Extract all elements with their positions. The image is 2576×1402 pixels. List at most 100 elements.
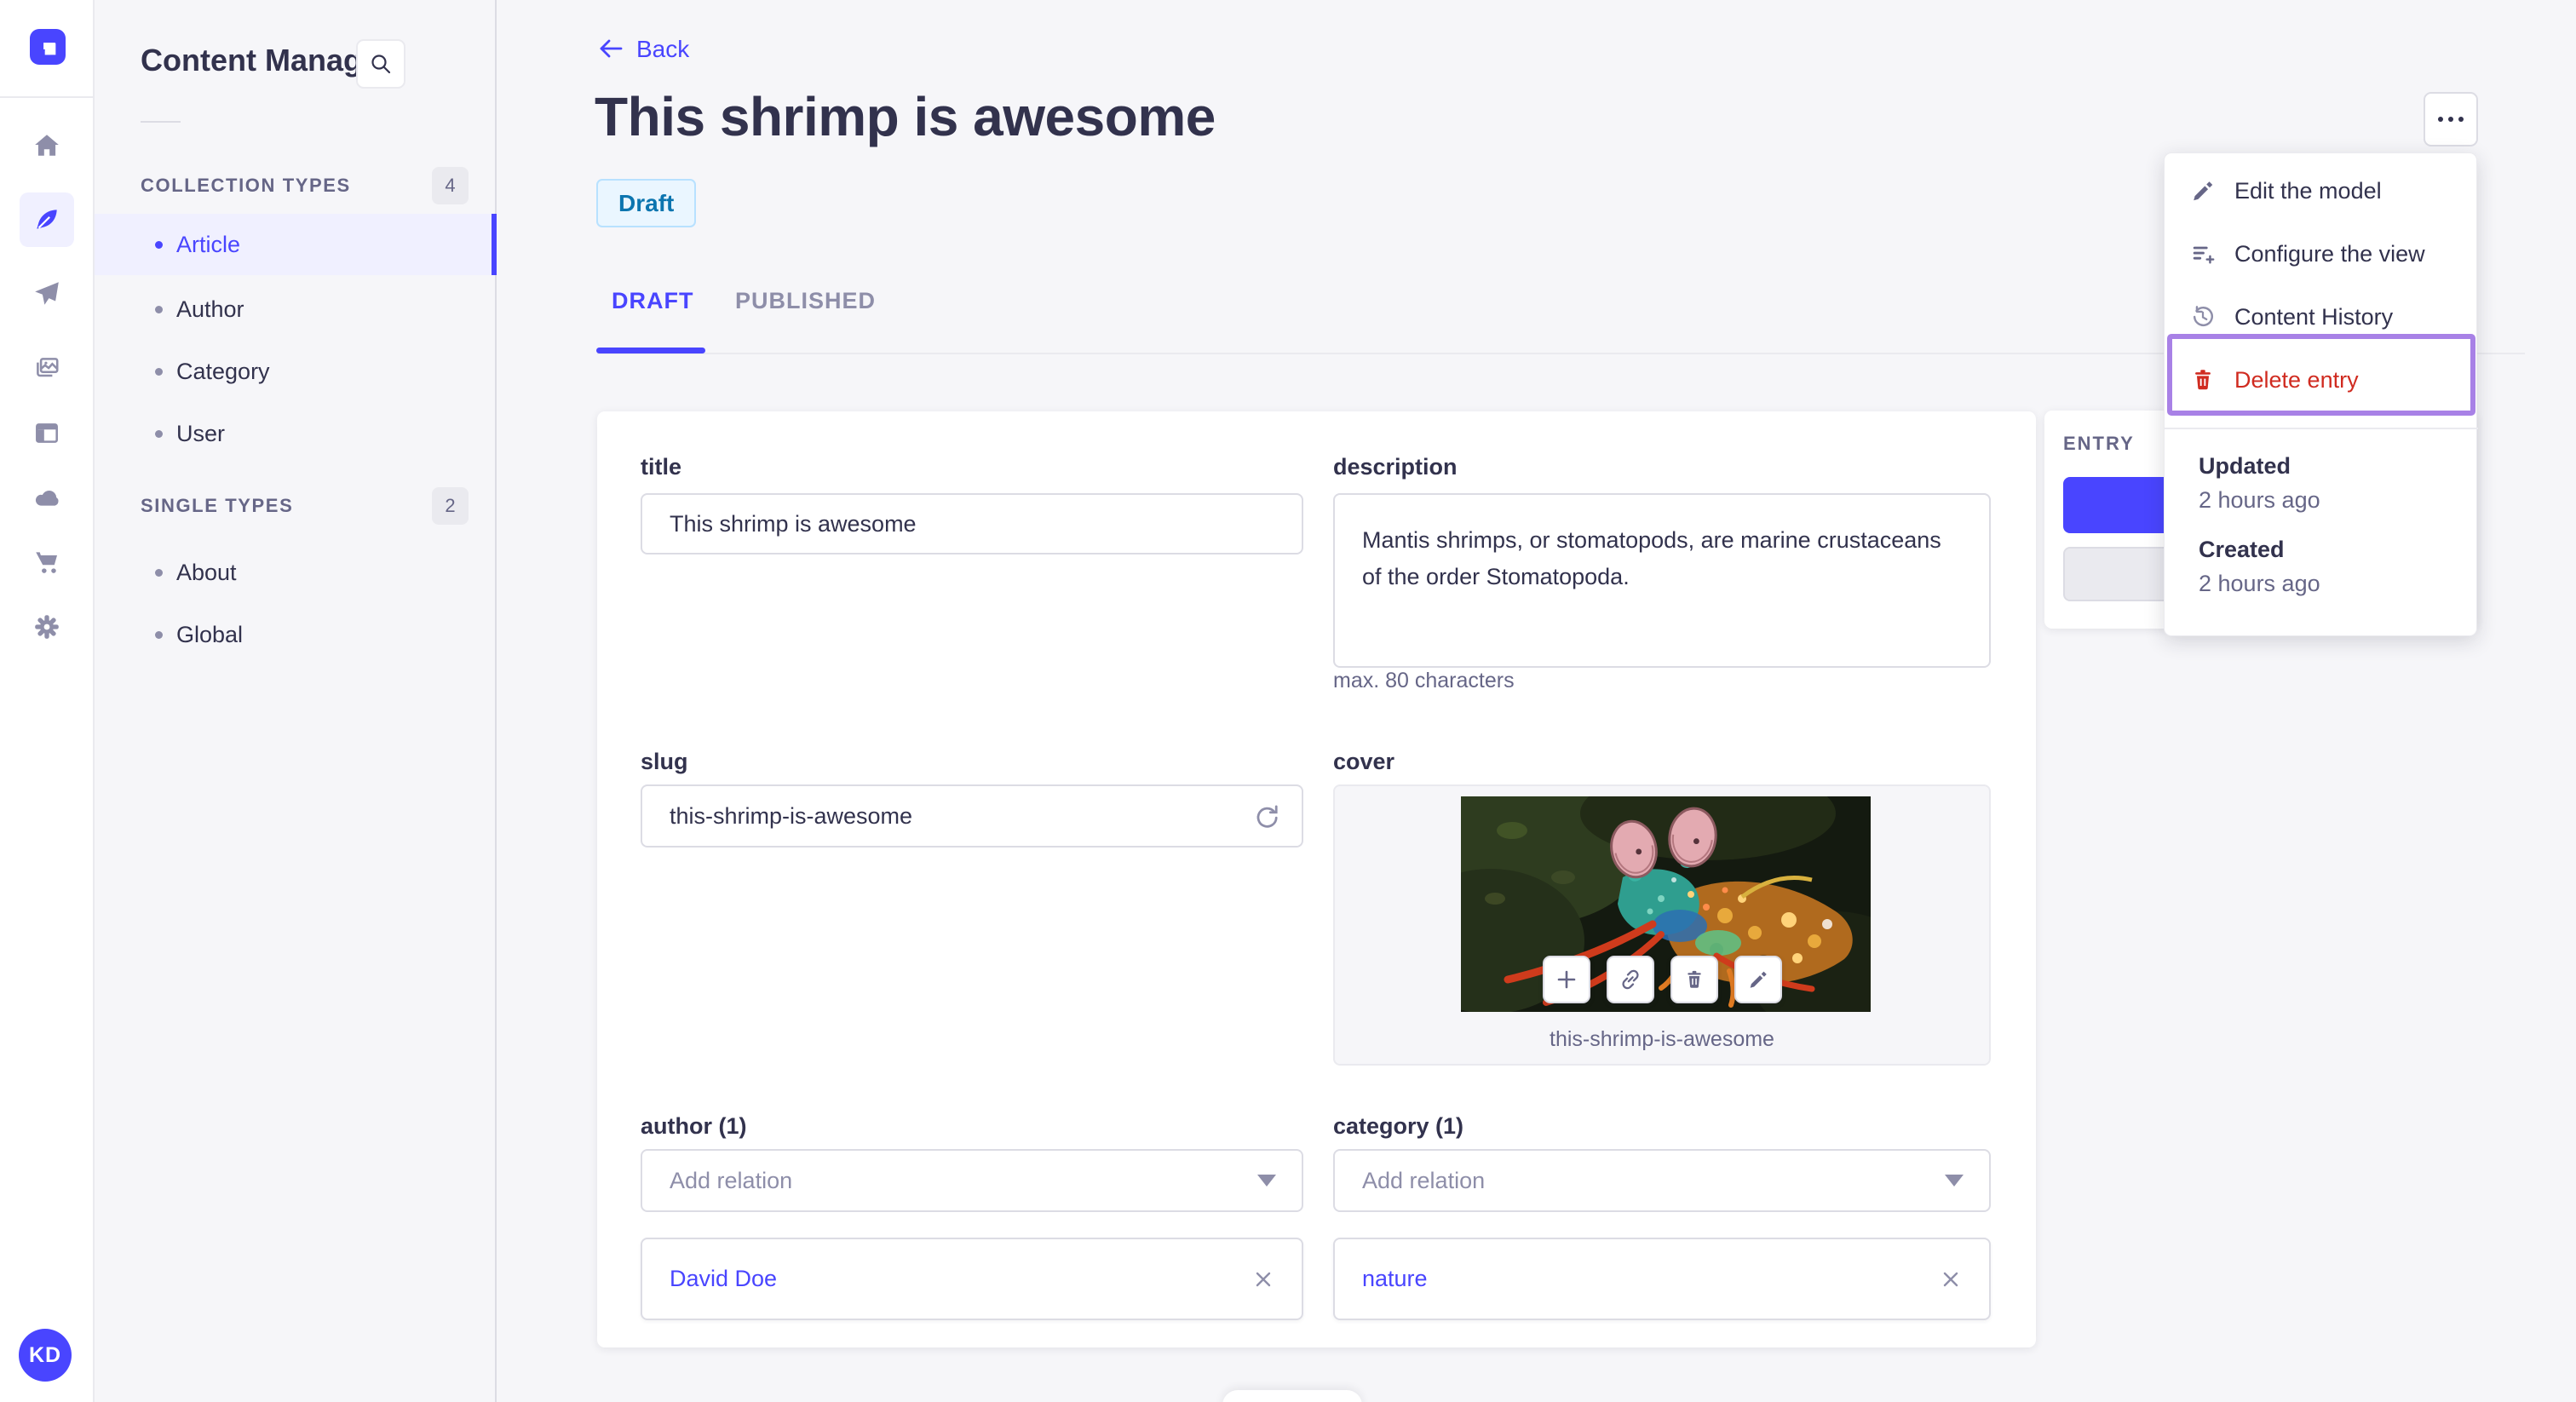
- menu-item-label: Content History: [2234, 303, 2394, 330]
- dot-icon: [2448, 117, 2453, 122]
- cover-actions: [1335, 956, 1989, 1003]
- marketplace-cart-icon[interactable]: [20, 535, 74, 589]
- sidebar-item-author[interactable]: Author: [95, 279, 497, 340]
- app-window: KD Content Manager COLLECTION TYPES 4 Ar…: [0, 0, 2576, 1402]
- author-placeholder: Add relation: [670, 1167, 793, 1193]
- home-icon[interactable]: [20, 118, 74, 173]
- sidebar-item-label: Category: [176, 358, 270, 384]
- sidebar-item-article[interactable]: Article: [95, 214, 497, 275]
- pencil-icon: [2194, 181, 2213, 201]
- bullet-icon: [155, 429, 163, 438]
- tab-published[interactable]: PUBLISHED: [735, 288, 876, 314]
- sidebar-item-category[interactable]: Category: [95, 341, 497, 402]
- content-type-builder-icon[interactable]: [20, 405, 74, 460]
- floating-pill[interactable]: [1222, 1390, 1362, 1402]
- single-types-label: SINGLE TYPES: [141, 495, 294, 516]
- sidebar-item-about[interactable]: About: [95, 542, 497, 603]
- strapi-logo[interactable]: [30, 29, 66, 65]
- page-title: This shrimp is awesome: [595, 86, 1216, 147]
- entry-form-card: title description Mantis shrimps, or sto…: [597, 411, 2036, 1347]
- more-options-button[interactable]: [2424, 92, 2478, 147]
- delete-icon[interactable]: [1670, 956, 1718, 1003]
- menu-item-edit-model[interactable]: Edit the model: [2165, 160, 2478, 221]
- edit-icon[interactable]: [1734, 956, 1782, 1003]
- settings-gear-icon[interactable]: [20, 600, 74, 654]
- category-placeholder: Add relation: [1362, 1167, 1486, 1193]
- sidebar-item-label: Author: [176, 296, 244, 322]
- menu-item-configure-view[interactable]: Configure the view: [2165, 223, 2478, 284]
- add-icon[interactable]: [1542, 956, 1590, 1003]
- tab-draft[interactable]: DRAFT: [612, 288, 693, 314]
- active-indicator: [492, 214, 497, 275]
- dot-icon: [2438, 117, 2443, 122]
- updated-value: 2 hours ago: [2199, 487, 2320, 513]
- author-add-relation-select[interactable]: Add relation: [641, 1149, 1303, 1212]
- chevron-down-icon: [1257, 1175, 1276, 1187]
- configure-list-icon: [2193, 246, 2215, 264]
- category-relation-link[interactable]: nature: [1362, 1266, 1938, 1292]
- author-relation-link[interactable]: David Doe: [670, 1266, 1251, 1292]
- sidebar-item-global[interactable]: Global: [95, 604, 497, 665]
- copy-link-icon[interactable]: [1606, 956, 1654, 1003]
- sidebar-item-label: Global: [176, 621, 244, 647]
- search-button[interactable]: [356, 39, 405, 89]
- media-library-icon[interactable]: [20, 341, 74, 395]
- title-field-label: title: [641, 454, 682, 480]
- menu-divider: [2165, 428, 2478, 429]
- history-clock-icon: [2193, 306, 2213, 327]
- sidebar-item-user[interactable]: User: [95, 403, 497, 464]
- bullet-icon: [155, 305, 163, 313]
- cover-field-label: cover: [1333, 749, 1395, 774]
- created-value: 2 hours ago: [2199, 571, 2320, 596]
- delete-entry-focus-ring: [2167, 334, 2475, 416]
- back-arrow-icon: [600, 39, 623, 58]
- sidebar-item-label: User: [176, 420, 226, 446]
- author-relation-item: David Doe: [641, 1238, 1303, 1320]
- bullet-icon: [155, 630, 163, 639]
- bullet-icon: [155, 240, 163, 249]
- remove-author-icon[interactable]: [1251, 1267, 1276, 1292]
- dot-icon: [2458, 117, 2464, 122]
- entry-context-menu: Edit the model Configure the view Conten…: [2164, 152, 2478, 636]
- content-manager-subnav: Content Manager COLLECTION TYPES 4 Artic…: [95, 0, 497, 1402]
- created-label: Created: [2199, 537, 2285, 562]
- slug-field-label: slug: [641, 749, 688, 774]
- category-relation-item: nature: [1333, 1238, 1991, 1320]
- description-textarea[interactable]: Mantis shrimps, or stomatopods, are mari…: [1333, 493, 1991, 668]
- search-icon: [371, 55, 391, 74]
- user-avatar[interactable]: KD: [19, 1329, 72, 1382]
- collection-types-count-badge: 4: [432, 167, 469, 204]
- sidebar-item-label: About: [176, 559, 237, 585]
- regenerate-icon[interactable]: [1249, 799, 1283, 833]
- chevron-down-icon: [1945, 1175, 1964, 1187]
- bullet-icon: [155, 568, 163, 577]
- back-label: Back: [636, 36, 690, 62]
- updated-label: Updated: [2199, 453, 2291, 479]
- entry-panel-label: ENTRY: [2063, 433, 2135, 454]
- slug-input[interactable]: [641, 784, 1303, 848]
- subnav-divider: [141, 121, 181, 123]
- single-types-header: SINGLE TYPES 2: [141, 487, 469, 525]
- remove-category-icon[interactable]: [1938, 1267, 1964, 1292]
- back-link[interactable]: Back: [597, 36, 689, 63]
- releases-plane-icon[interactable]: [20, 267, 74, 321]
- content-manager-feather-icon[interactable]: [20, 192, 74, 247]
- menu-item-label: Edit the model: [2234, 177, 2382, 204]
- collection-types-header: COLLECTION TYPES 4: [141, 167, 469, 204]
- category-add-relation-select[interactable]: Add relation: [1333, 1149, 1991, 1212]
- status-badge: Draft: [596, 179, 697, 227]
- sidebar-item-label: Article: [176, 231, 241, 257]
- sidebar-divider: [0, 96, 95, 98]
- subnav-title: Content Manager: [141, 43, 392, 78]
- author-field-label: author (1): [641, 1113, 747, 1139]
- cloud-icon[interactable]: [20, 470, 74, 525]
- description-hint: max. 80 characters: [1333, 669, 1515, 692]
- cover-filename: this-shrimp-is-awesome: [1550, 1027, 1774, 1051]
- title-input[interactable]: [641, 493, 1303, 554]
- cover-media-card: this-shrimp-is-awesome: [1333, 784, 1991, 1066]
- single-types-count-badge: 2: [432, 487, 469, 525]
- active-tab-underline: [596, 348, 705, 353]
- category-field-label: category (1): [1333, 1113, 1464, 1139]
- collection-types-label: COLLECTION TYPES: [141, 175, 351, 196]
- menu-item-label: Configure the view: [2234, 240, 2425, 267]
